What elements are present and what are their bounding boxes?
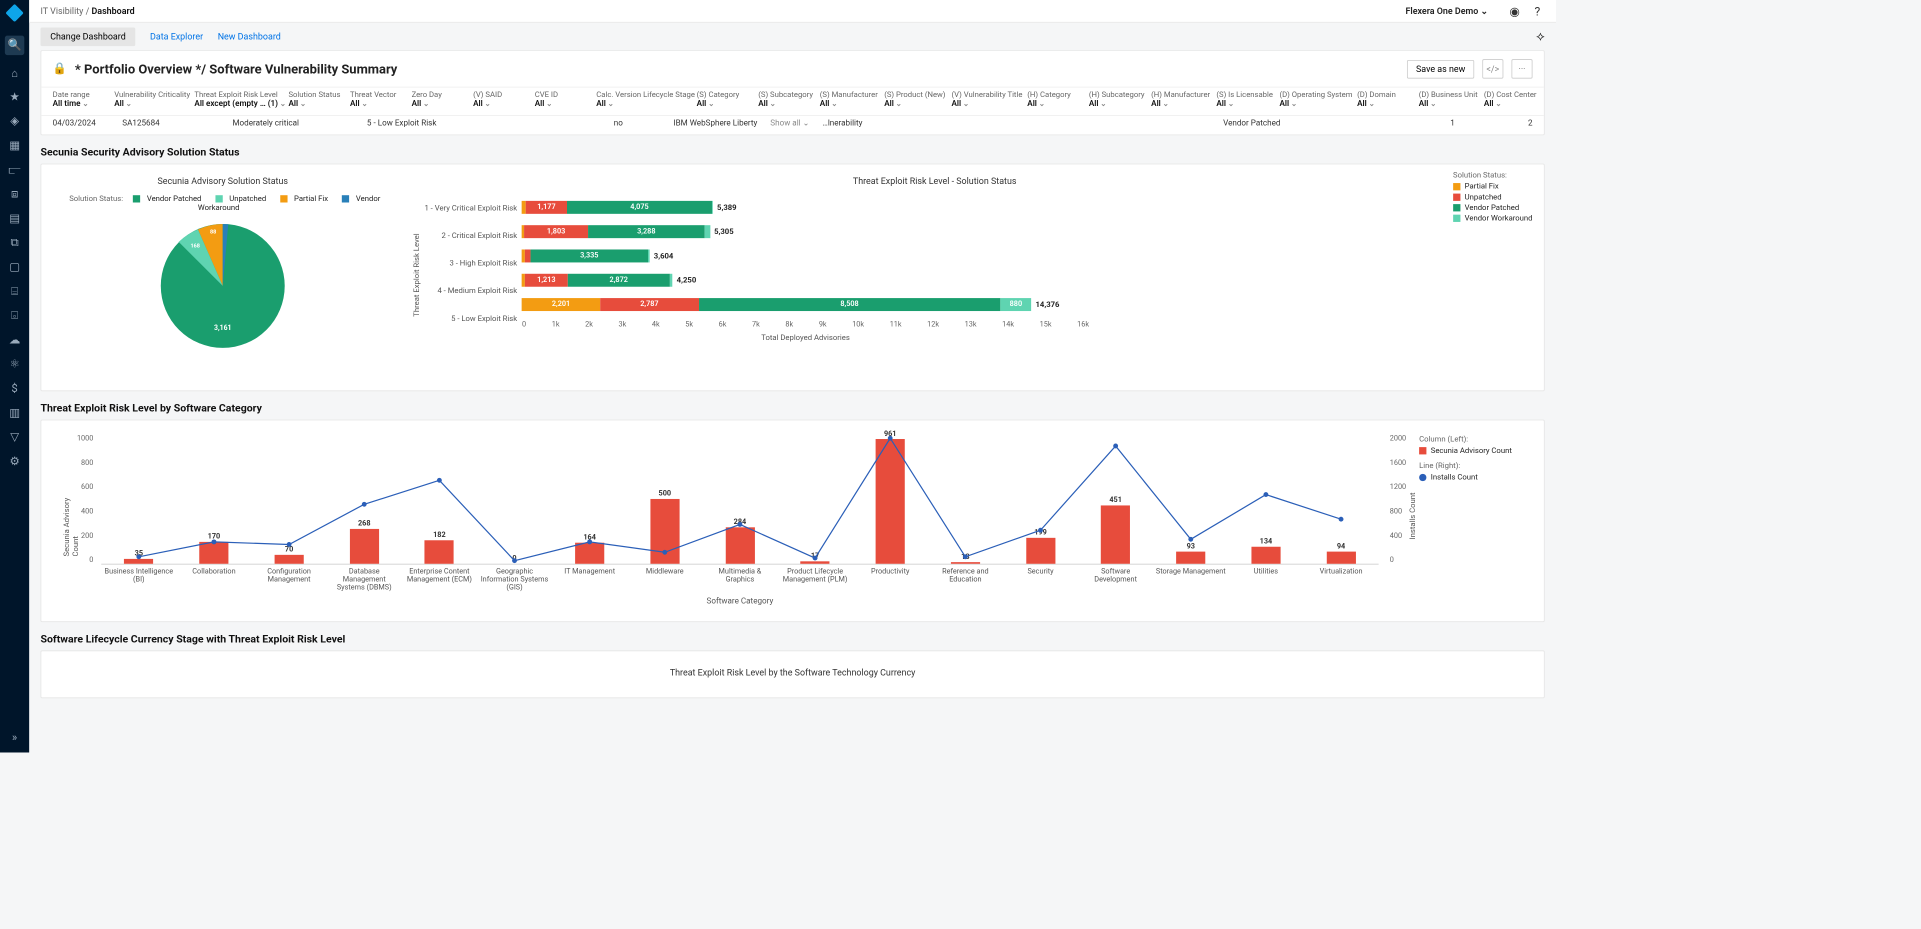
page-icon[interactable]: ▢ [8, 261, 21, 274]
gear-icon[interactable]: ⚙ [8, 455, 21, 468]
search-icon[interactable]: 🔍 [5, 36, 24, 55]
pie-chart-box: Secunia Advisory Solution Status Solutio… [53, 171, 393, 379]
atom-icon[interactable]: ⚛ [8, 358, 21, 371]
dollar-icon[interactable]: $ [8, 382, 21, 395]
pie-chart: 3,161 168 88 [126, 217, 320, 379]
filter--h-subcategory[interactable]: (H) SubcategoryAll [1089, 91, 1138, 109]
doc-icon[interactable]: ▤ [8, 212, 21, 225]
svg-text:3,161: 3,161 [214, 324, 231, 332]
filter--d-operating-system[interactable]: (D) Operating SystemAll [1279, 91, 1344, 109]
filter--h-manufacturer[interactable]: (H) ManufacturerAll [1151, 91, 1203, 109]
filter--v-said[interactable]: (V) SAIDAll [473, 91, 522, 109]
filter--s-product-new-[interactable]: (S) Product (New)All [884, 91, 938, 109]
filter--s-category[interactable]: (S) CategoryAll [697, 91, 746, 109]
filter-date-range[interactable]: Date rangeAll time [53, 91, 102, 109]
change-dashboard-button[interactable]: Change Dashboard [41, 27, 136, 46]
report-icon[interactable]: ▥ [8, 407, 21, 420]
filter--s-is-licensable[interactable]: (S) Is LicensableAll [1216, 91, 1266, 109]
filter-threat-vector[interactable]: Threat VectorAll [350, 91, 399, 109]
left-nav: 🔍 ⌂ ★ ◈ ▦ ⫍ ⧈ ▤ ⧉ ▢ ⌸ ⌻ ☁ ⚛ $ ▥ ▽ ⚙ » [0, 0, 29, 752]
home-icon[interactable]: ⌂ [8, 66, 21, 79]
flexera-logo[interactable] [5, 4, 23, 22]
filter-solution-status[interactable]: Solution StatusAll [288, 91, 337, 109]
topbar: IT Visibility / Dashboard Flexera One De… [29, 0, 1556, 23]
filter--h-category[interactable]: (H) CategoryAll [1027, 91, 1076, 109]
share-icon[interactable]: ⟡ [1536, 28, 1545, 44]
section-title-category: Threat Exploit Risk Level by Software Ca… [41, 394, 1545, 419]
filter--d-cost-center[interactable]: (D) Cost CenterAll [1484, 91, 1533, 109]
sample-data-row: 04/03/2024 SA125684 Moderately critical … [41, 115, 1544, 134]
display-icon[interactable]: ⌻ [8, 309, 21, 322]
breadcrumb: IT Visibility / Dashboard [41, 6, 135, 17]
combo-chart-box: Secunia Advisory Count Installs Count 10… [53, 427, 1411, 597]
filter-icon[interactable]: ▽ [8, 431, 21, 444]
monitor-icon[interactable]: ⌸ [8, 285, 21, 298]
filter-vulnerability-criticality[interactable]: Vulnerability CriticalityAll [114, 91, 181, 109]
combo-chart: 3517070268182016450028417961131994519313… [101, 435, 1378, 565]
cube-icon[interactable]: ◈ [8, 115, 21, 128]
expand-nav-icon[interactable]: » [12, 731, 17, 744]
star-icon[interactable]: ★ [8, 91, 21, 104]
chart-icon[interactable]: ⫍ [8, 164, 21, 177]
stacked-bar-chart-box: Threat Exploit Risk Level Threat Exploit… [409, 171, 1532, 379]
lock-icon: 🔒 [53, 62, 67, 75]
tenant-selector[interactable]: Flexera One Demo ⌄ [1405, 6, 1487, 17]
svg-text:168: 168 [190, 243, 199, 249]
code-button[interactable]: </> [1482, 59, 1503, 78]
cloud-icon[interactable]: ☁ [8, 334, 21, 347]
server-icon[interactable]: ⧈ [8, 188, 21, 201]
section-title-advisory-status: Secunia Security Advisory Solution Statu… [41, 139, 1545, 164]
section-title-lifecycle: Software Lifecycle Currency Stage with T… [41, 625, 1545, 650]
user-icon[interactable]: ◉ [1507, 4, 1522, 19]
grid-icon[interactable]: ▦ [8, 139, 21, 152]
filter-bar: Date rangeAll time Vulnerability Critical… [41, 87, 1544, 115]
more-button[interactable]: ··· [1511, 59, 1532, 78]
toolbar: Change Dashboard Data Explorer New Dashb… [29, 23, 1556, 51]
filter--s-subcategory[interactable]: (S) SubcategoryAll [758, 91, 807, 109]
filter-cve-id[interactable]: CVE IDAll [535, 91, 584, 109]
filter--d-business-unit[interactable]: (D) Business UnitAll [1419, 91, 1471, 109]
filter--d-domain[interactable]: (D) DomainAll [1357, 91, 1406, 109]
help-icon[interactable]: ? [1530, 4, 1545, 19]
filter-zero-day[interactable]: Zero DayAll [412, 91, 461, 109]
filter--s-manufacturer[interactable]: (S) ManufacturerAll [820, 91, 871, 109]
stacked-bar-legend: Solution Status: Partial Fix Unpatched V… [1445, 171, 1533, 379]
filter--v-vulnerability-title[interactable]: (V) Vulnerability TitleAll [951, 91, 1014, 109]
svg-text:88: 88 [210, 230, 216, 236]
data-explorer-link[interactable]: Data Explorer [150, 31, 203, 42]
combo-legend: Column (Left): Secunia Advisory Count Li… [1411, 427, 1533, 597]
page-title: * Portfolio Overview */ Software Vulnera… [75, 61, 397, 76]
save-as-new-button[interactable]: Save as new [1407, 60, 1474, 79]
filter-calc-version-lifecycle-stage[interactable]: Calc. Version Lifecycle StageAll [596, 91, 683, 109]
new-dashboard-link[interactable]: New Dashboard [218, 31, 281, 42]
filter-threat-exploit-risk-level[interactable]: Threat Exploit Risk LevelAll except (emp… [194, 91, 275, 109]
pie-legend: Solution Status: Vendor Patched Unpatche… [53, 194, 393, 212]
layers-icon[interactable]: ⧉ [8, 237, 21, 250]
